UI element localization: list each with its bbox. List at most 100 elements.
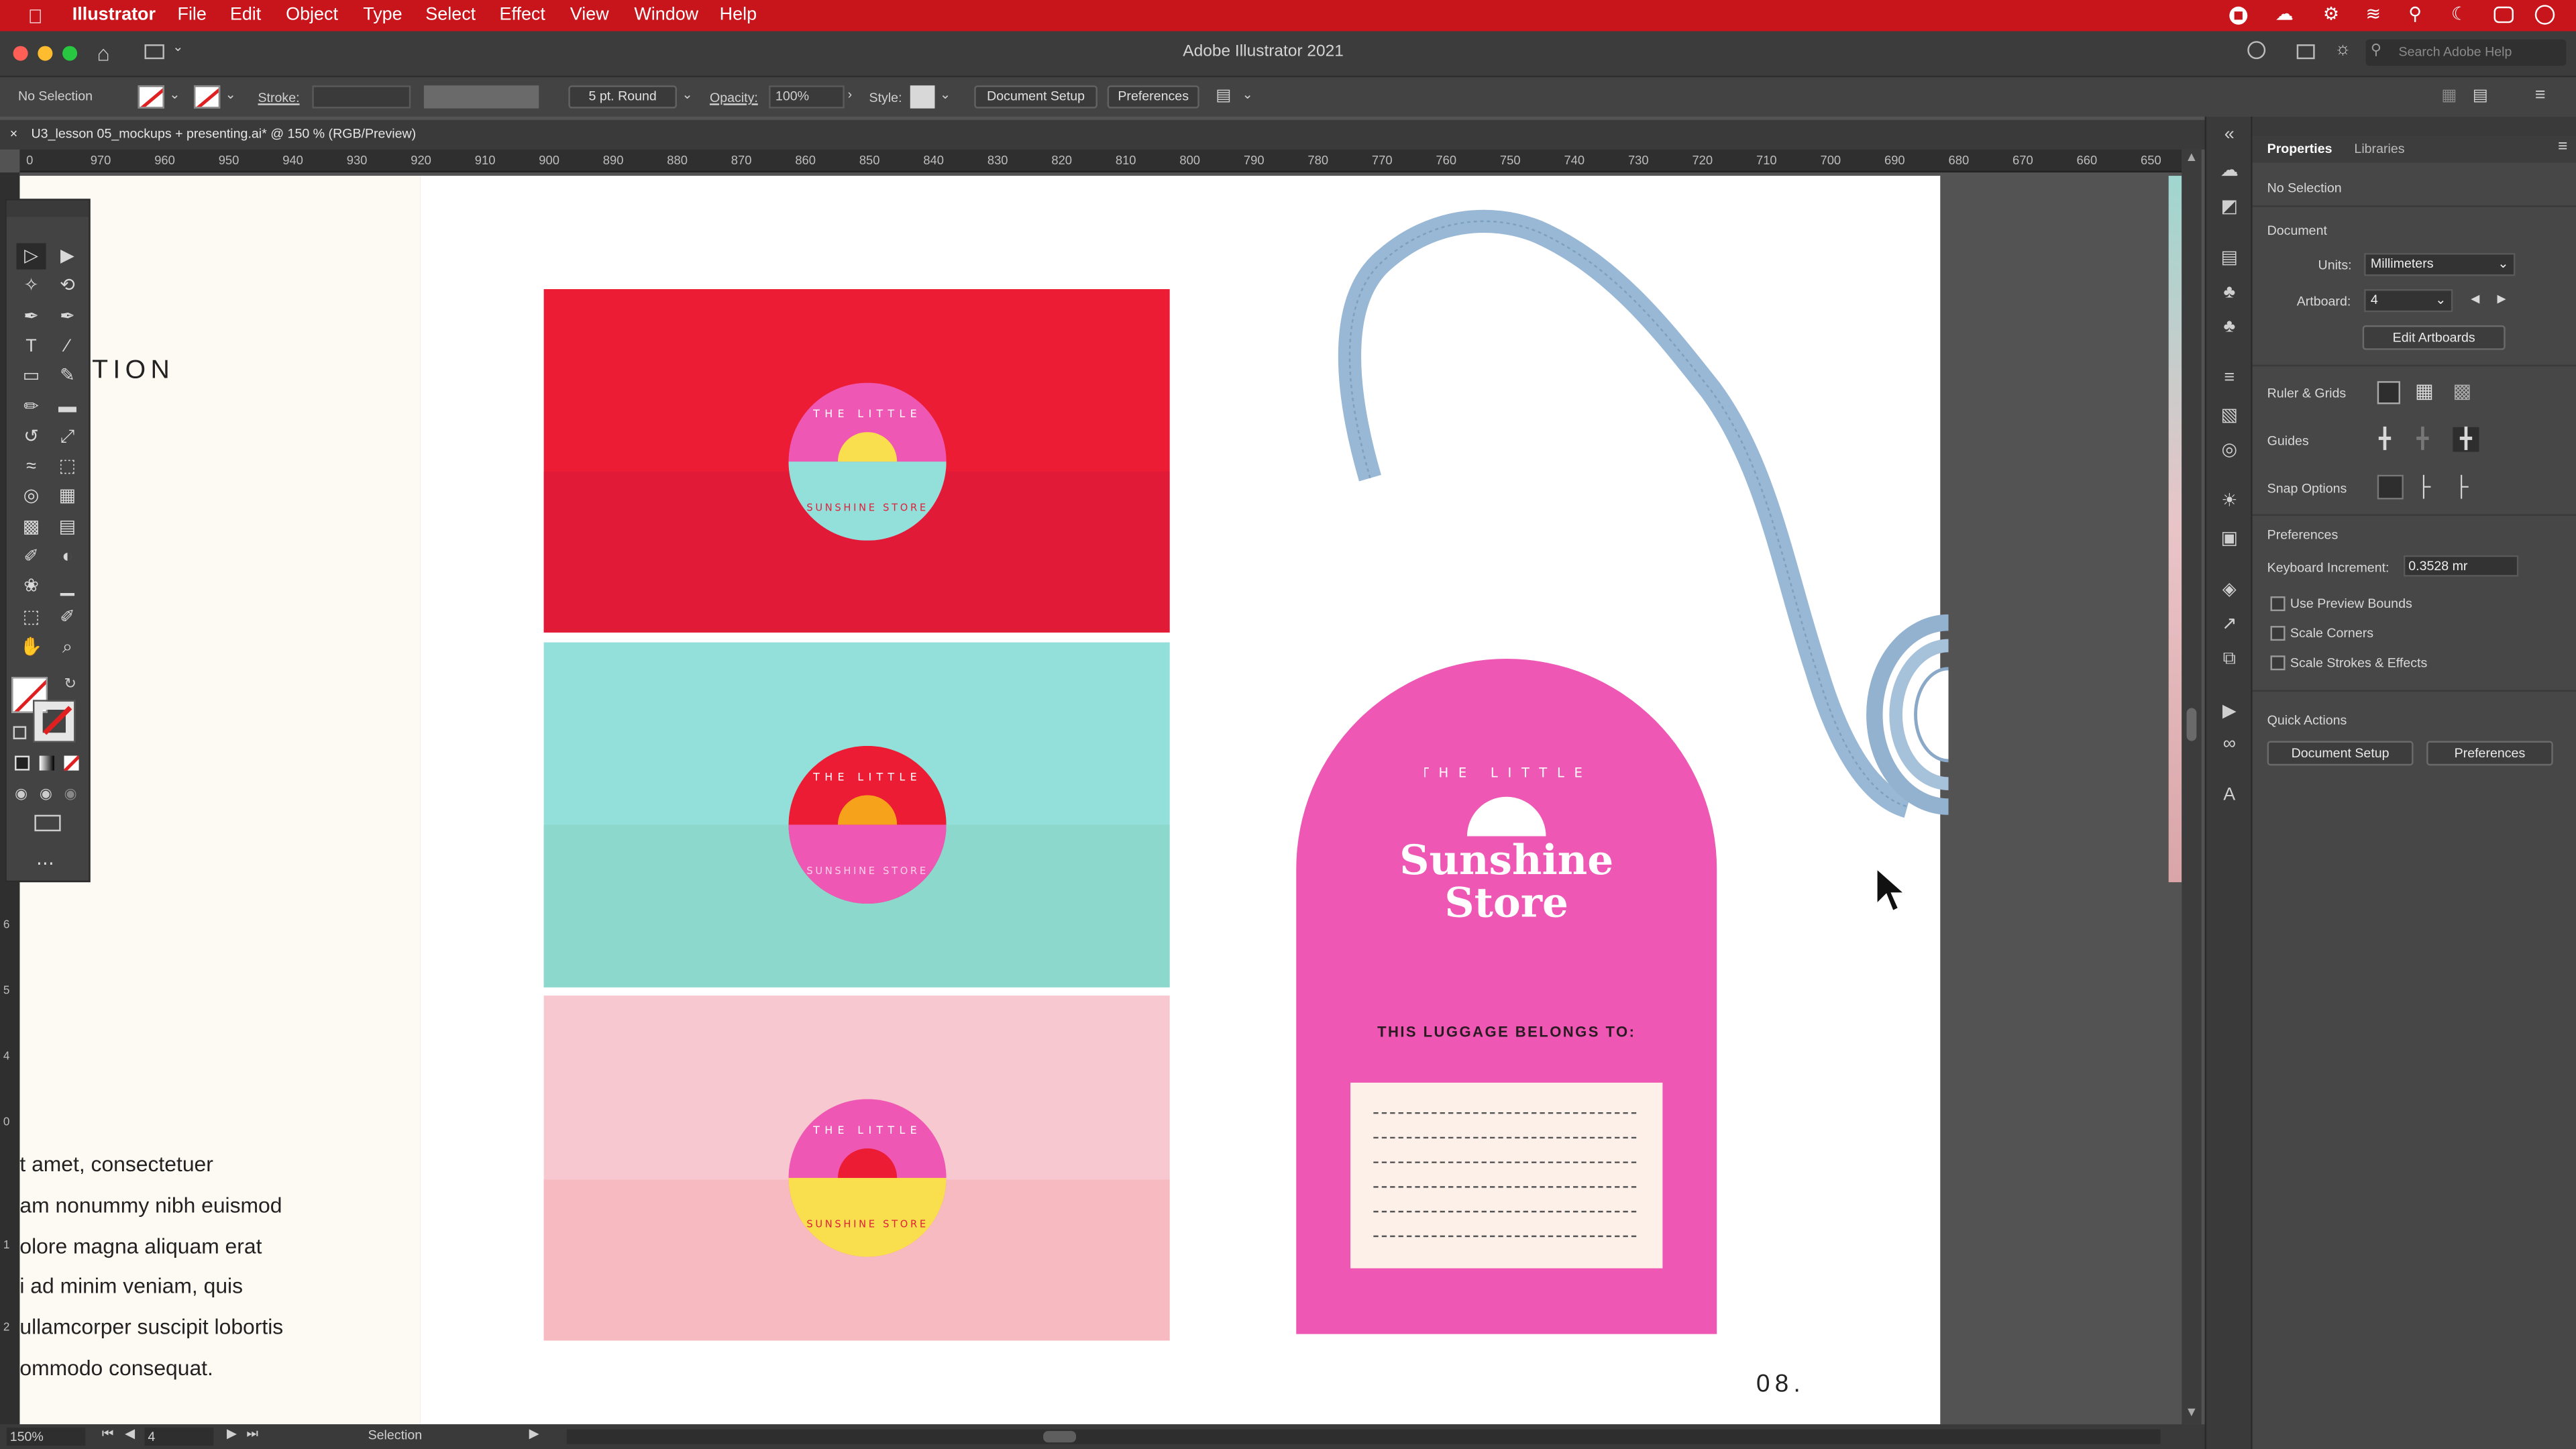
qa-preferences-button[interactable]: Preferences (2426, 741, 2553, 766)
perspective-grid-tool-icon[interactable]: ▦ (52, 484, 82, 510)
search-icon[interactable]: ⚲ (2408, 3, 2422, 25)
graphic-style-swatch[interactable] (910, 85, 935, 109)
pen-tool-icon[interactable]: ✒ (16, 303, 46, 329)
document-setup-button[interactable]: Document Setup (974, 85, 1097, 109)
current-tool-status[interactable]: Selection (368, 1428, 423, 1442)
opacity-label[interactable]: Opacity: (710, 91, 758, 105)
gradient-tool-icon[interactable]: ▤ (52, 514, 82, 540)
document-tab-title[interactable]: U3_lesson 05_mockups + presenting.ai* @ … (32, 127, 417, 142)
artboards-panel-icon[interactable]: ▤ (2218, 246, 2241, 268)
use-preview-bounds-checkbox[interactable] (2270, 596, 2286, 612)
lightbulb-icon[interactable]: ☼ (2334, 40, 2351, 59)
help-search-field[interactable]: ⚲ Search Adobe Help (2365, 39, 2567, 66)
brushes-panel-icon[interactable]: ♣ (2218, 317, 2241, 337)
mesh-tool-icon[interactable]: ▩ (16, 514, 46, 540)
panel-collapse-icon[interactable]: « (2218, 125, 2241, 144)
snap-to-point-icon[interactable] (2377, 474, 2404, 500)
guides-show-icon[interactable]: ╋ (2379, 429, 2391, 448)
slice-tool-icon[interactable]: ✐ (52, 604, 82, 630)
rotate-tool-icon[interactable]: ↺ (16, 423, 46, 449)
first-artboard-icon[interactable]: ⏮ (102, 1426, 114, 1442)
chevron-down-icon[interactable]: ⌄ (172, 40, 183, 54)
appearance-panel-icon[interactable]: ☀ (2218, 490, 2241, 511)
panel-menu-icon[interactable]: ≡ (2535, 85, 2546, 105)
snap-to-glyph-icon[interactable]: ├ (2455, 476, 2469, 496)
artboard-navigation-select[interactable]: 4 (144, 1428, 214, 1446)
zoom-window-button[interactable] (62, 46, 78, 61)
opacity-field[interactable]: 100% (769, 85, 845, 109)
keyboard-increment-field[interactable]: 0.3528 mr (2403, 555, 2519, 577)
chevron-down-icon[interactable]: ⌄ (1242, 87, 1252, 102)
distribute-icon[interactable]: ▤ (2473, 87, 2488, 105)
chevron-right-icon[interactable]: › (848, 87, 853, 102)
curvature-tool-icon[interactable]: ✒ (52, 303, 82, 329)
sunshine-logo-badge[interactable]: THE LITTLE SUNSHINE STORE (788, 382, 947, 541)
transparency-panel-icon[interactable]: ◎ (2218, 439, 2241, 460)
menu-object[interactable]: Object (286, 5, 338, 24)
record-icon[interactable] (2229, 6, 2248, 25)
blend-tool-icon[interactable]: ◐ (52, 544, 82, 570)
panel-header[interactable] (2252, 116, 2576, 137)
previous-artboard-icon[interactable]: ◀ (2471, 292, 2479, 305)
width-tool-icon[interactable]: ≈ (16, 453, 46, 480)
stroke-weight-field[interactable] (312, 85, 411, 109)
stroke-swatch[interactable] (193, 85, 221, 109)
type-tool-icon[interactable]: T (16, 333, 46, 360)
paintbrush-tool-icon[interactable]: ✎ (52, 364, 82, 390)
chevron-down-icon[interactable]: ⌄ (169, 87, 180, 102)
fill-swatch[interactable] (138, 85, 164, 109)
menu-file[interactable]: File (177, 5, 206, 24)
line-segment-tool-icon[interactable]: ∕ (52, 333, 82, 360)
brush-definition-select[interactable]: 5 pt. Round (568, 85, 677, 109)
zoom-tool-icon[interactable]: ⌕ (52, 634, 82, 660)
lasso-tool-icon[interactable]: ⟲ (52, 273, 82, 299)
menu-window[interactable]: Window (634, 5, 698, 24)
artboard-body-text[interactable]: t amet, consectetuer am nonummy nibh eui… (19, 1145, 283, 1389)
preferences-button[interactable]: Preferences (1107, 85, 1199, 109)
share-icon[interactable] (2247, 41, 2266, 60)
symbols-panel-icon[interactable]: ♣ (2218, 282, 2241, 302)
document-tab[interactable]: × U3_lesson 05_mockups + presenting.ai* … (0, 119, 2205, 150)
none-mode-icon[interactable] (64, 755, 79, 771)
stroke-label[interactable]: Stroke: (258, 91, 299, 105)
tools-panel-header[interactable] (6, 200, 89, 217)
business-card-pink[interactable]: THE LITTLE SUNSHINE STORE (543, 996, 1170, 1341)
tab-properties[interactable]: Properties (2267, 142, 2332, 156)
guides-lock-icon[interactable]: ╋ (2416, 429, 2428, 448)
menu-help[interactable]: Help (720, 5, 757, 24)
screen-mode-icon[interactable] (34, 814, 61, 832)
gradient-panel-icon[interactable]: ▧ (2218, 404, 2241, 425)
chevron-down-icon[interactable]: ⌄ (682, 87, 692, 102)
artboard-select[interactable]: 4 ⌄ (2364, 289, 2453, 313)
control-center-icon[interactable] (2493, 6, 2514, 23)
home-icon[interactable]: ⌂ (97, 41, 109, 66)
scroll-thumb[interactable] (1043, 1431, 1077, 1443)
shape-builder-tool-icon[interactable]: ◎ (16, 484, 46, 510)
business-card-red[interactable]: THE LITTLE SUNSHINE STORE (543, 289, 1170, 633)
menu-select[interactable]: Select (425, 5, 476, 24)
transparency-grid-icon[interactable]: ▩ (2453, 381, 2471, 400)
next-artboard-icon[interactable]: ▶ (2497, 292, 2506, 305)
links-panel-icon[interactable]: ∞ (2218, 735, 2241, 754)
stroke-color-box[interactable] (32, 700, 76, 743)
scale-strokes-checkbox[interactable] (2270, 655, 2286, 671)
artboard-heading[interactable]: TION (92, 356, 174, 386)
tag-address-box[interactable] (1350, 1082, 1663, 1269)
default-fill-stroke-icon[interactable] (13, 726, 27, 740)
qa-document-setup-button[interactable]: Document Setup (2267, 741, 2414, 766)
status-menu-icon[interactable]: ▶ (529, 1426, 539, 1441)
scale-tool-icon[interactable]: ⤢ (52, 423, 82, 449)
rectangle-tool-icon[interactable]: ▭ (16, 364, 46, 390)
selection-tool-icon[interactable]: ▷ (16, 243, 46, 270)
ruler-toggle-icon[interactable] (2377, 381, 2400, 405)
business-card-teal[interactable]: THE LITTLE SUNSHINE STORE (543, 642, 1170, 987)
canvas[interactable]: TION t amet, consectetuer am nonummy nib… (19, 172, 2182, 1425)
export-panel-icon[interactable]: ◩ (2218, 195, 2241, 217)
color-mode-icon[interactable] (15, 755, 30, 771)
actions-panel-icon[interactable]: ▶ (2218, 700, 2241, 721)
scroll-thumb[interactable] (2186, 708, 2197, 741)
apple-icon[interactable]:  (28, 5, 43, 28)
snap-to-pixel-icon[interactable]: ├ (2416, 476, 2430, 496)
scroll-down-icon[interactable]: ▼ (2185, 1405, 2198, 1419)
horizontal-ruler[interactable]: 0 970 960 950 940 930 920 910 900 890 880 870 860 850… (19, 149, 2182, 173)
